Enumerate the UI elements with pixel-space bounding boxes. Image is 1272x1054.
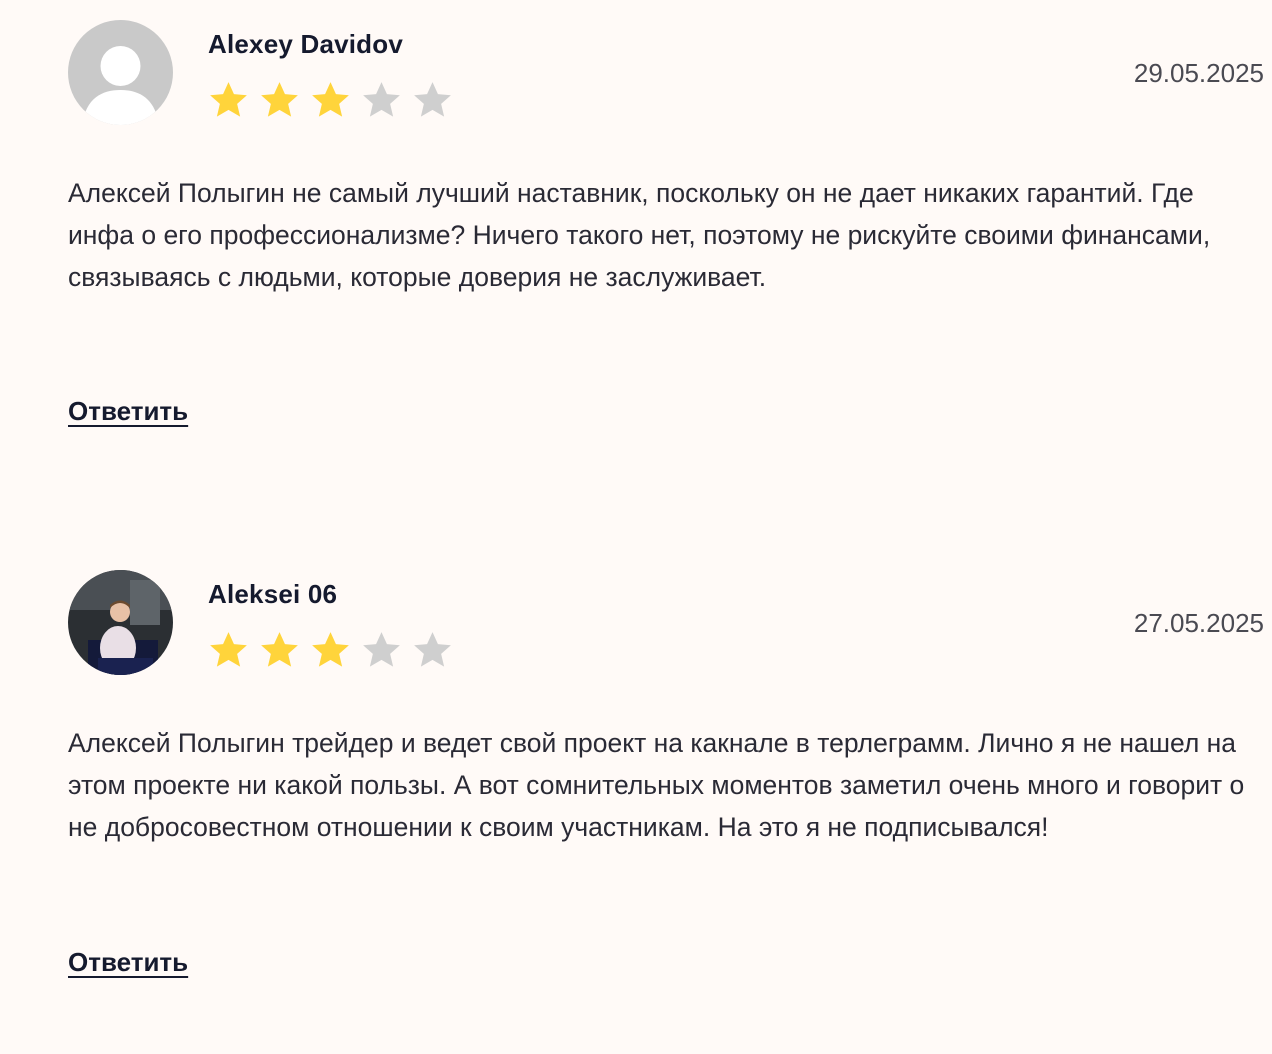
- default-user-avatar-icon: [68, 20, 173, 125]
- star-filled-icon: [261, 82, 298, 117]
- star-empty-icon: [414, 632, 451, 667]
- star-empty-icon: [363, 632, 400, 667]
- user-photo-avatar-icon: [68, 570, 173, 675]
- star-filled-icon: [261, 632, 298, 667]
- avatar: [68, 570, 173, 675]
- review-author: Alexey Davidov: [208, 29, 404, 59]
- review-text: Алексей Полыгин трейдер и ведет свой про…: [68, 728, 1245, 842]
- star-filled-icon: [210, 632, 247, 667]
- rating-stars: [206, 78, 455, 123]
- review-text: Алексей Полыгин не самый лучший наставни…: [68, 178, 1211, 292]
- rating-stars: [206, 628, 455, 673]
- star-filled-icon: [210, 82, 247, 117]
- review-date: 27.05.2025: [1133, 608, 1264, 638]
- reply-link[interactable]: Ответить: [68, 947, 188, 978]
- star-filled-icon: [312, 82, 349, 117]
- star-empty-icon: [363, 82, 400, 117]
- avatar: [68, 20, 173, 125]
- star-filled-icon: [312, 632, 349, 667]
- review-date: 29.05.2025: [1133, 58, 1264, 88]
- reply-link[interactable]: Ответить: [68, 396, 188, 427]
- star-empty-icon: [414, 82, 451, 117]
- review-author: Aleksei 06: [208, 579, 338, 609]
